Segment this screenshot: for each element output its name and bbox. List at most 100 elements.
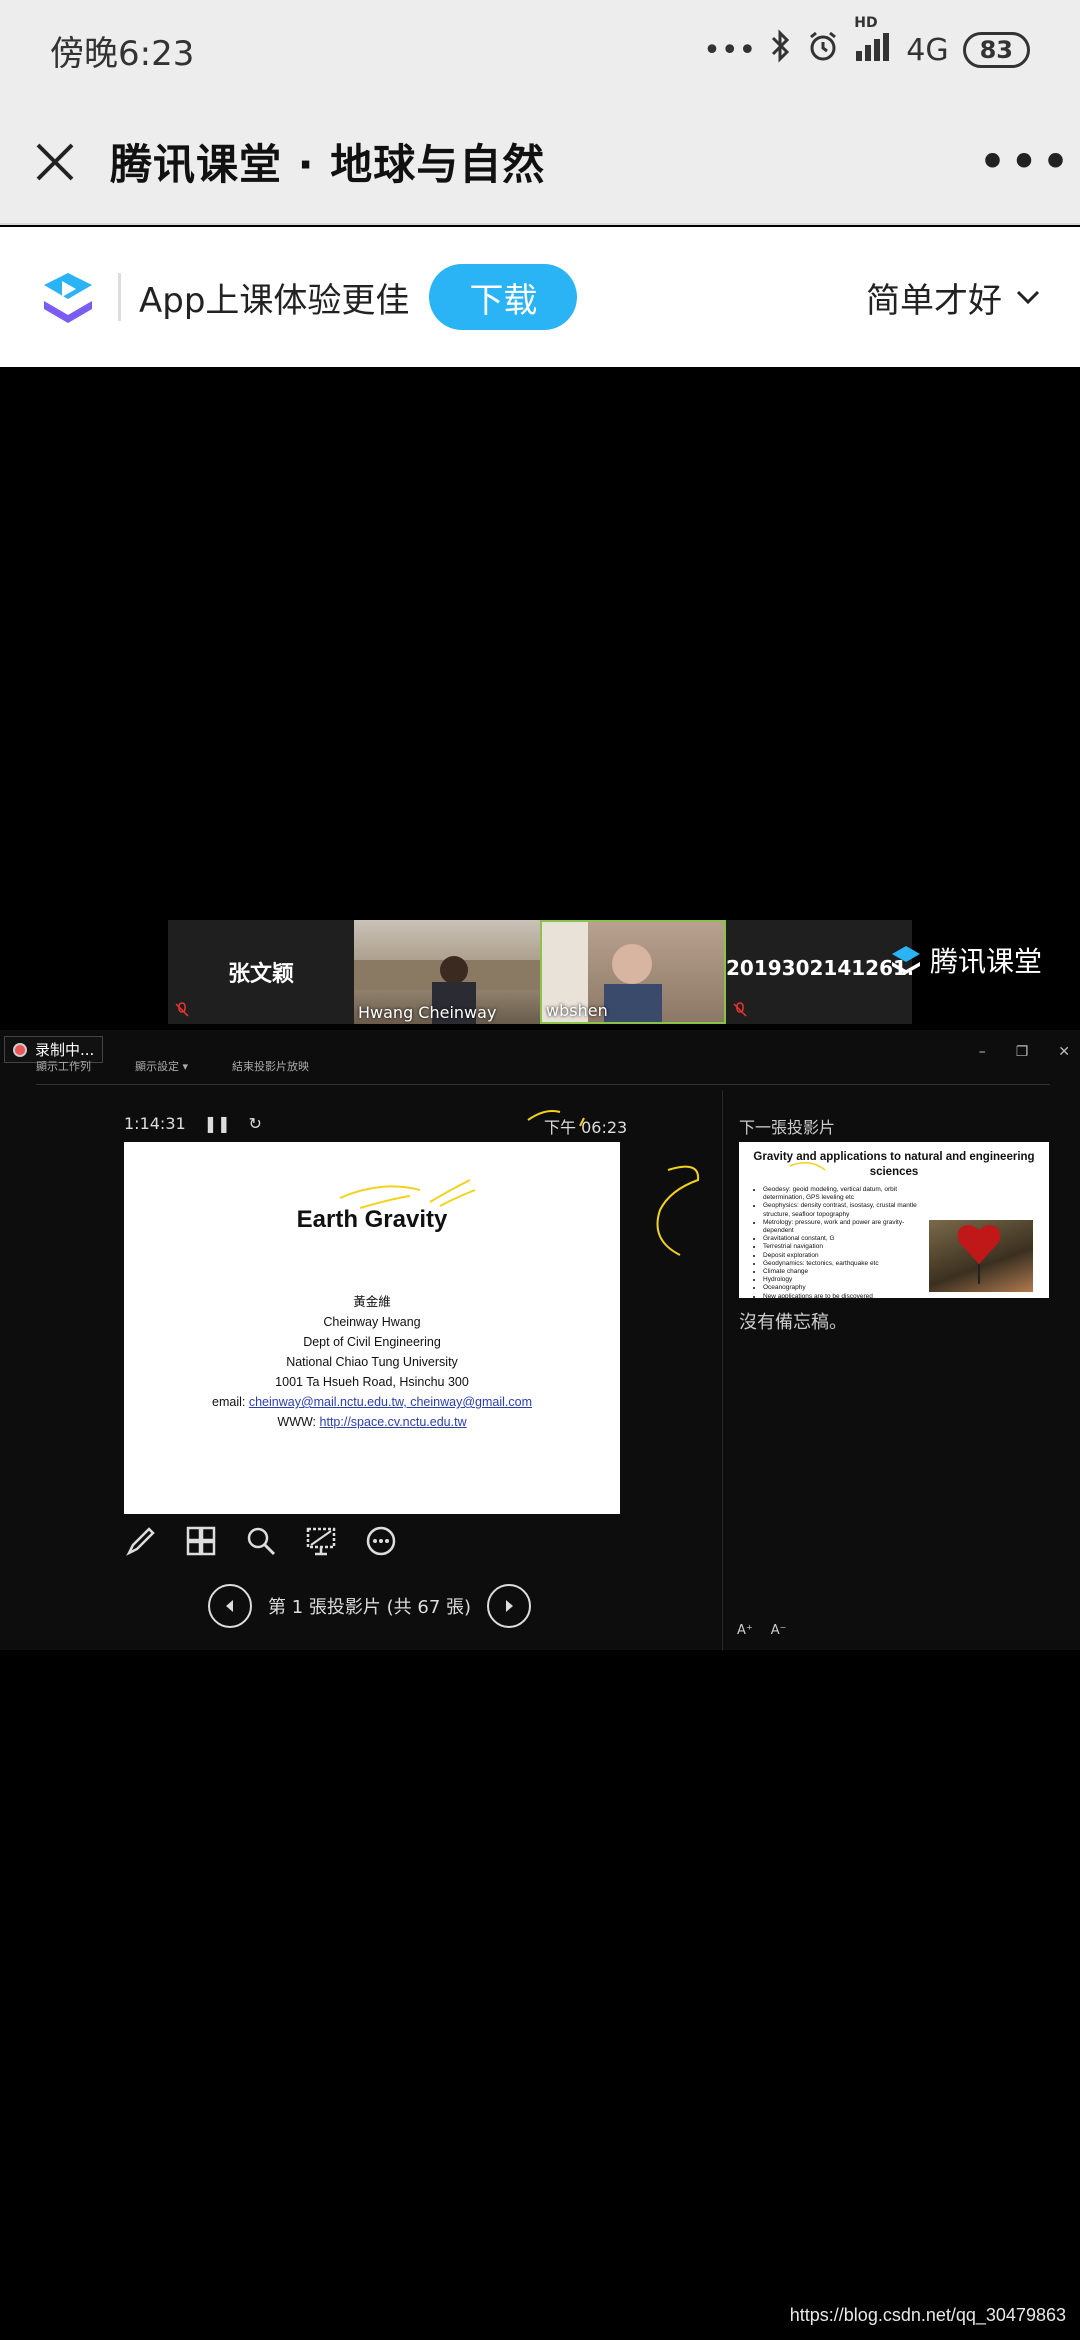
- list-item: Deposit exploration: [763, 1252, 925, 1260]
- decrease-font-button[interactable]: A⁻: [771, 1623, 787, 1638]
- list-item: Climate change: [763, 1268, 925, 1276]
- elapsed-time: 1:14:31: [124, 1114, 186, 1133]
- triangle-right-icon: [506, 1600, 514, 1612]
- font-size-controls: A⁺ A⁻: [737, 1623, 787, 1638]
- record-icon: [13, 1042, 27, 1057]
- list-item: New applications are to be discovered: [763, 1293, 925, 1301]
- clock: 下午 06:23: [544, 1118, 628, 1137]
- hd-label: HD: [854, 15, 878, 31]
- recording-label: 录制中...: [35, 1041, 95, 1059]
- list-item: Geophysics: density contrast, isostasy, …: [763, 1202, 925, 1218]
- restart-icon[interactable]: ↻: [249, 1114, 262, 1133]
- more-dots-icon: •••: [703, 32, 757, 68]
- list-item: Terrestrial navigation: [763, 1243, 925, 1251]
- more-options-button[interactable]: •••: [970, 99, 1080, 224]
- battery-indicator: 83: [962, 32, 1030, 68]
- more-options-button[interactable]: [364, 1524, 398, 1558]
- banner-text: App上课体验更佳: [139, 280, 410, 321]
- author-chinese: 黃金維: [353, 1295, 391, 1309]
- participant-name: 张文颖: [227, 962, 294, 987]
- author-name: Cheinway Hwang: [323, 1315, 421, 1329]
- email-label: email:: [212, 1395, 246, 1409]
- participant-tile-active[interactable]: wbshen: [540, 920, 726, 1024]
- email-line: email: cheinway@mail.nctu.edu.tw, cheinw…: [124, 1392, 620, 1412]
- toolbar-show-taskbar[interactable]: 顯示工作列: [36, 1058, 91, 1074]
- participant-strip: 张文颖 Hwang Cheinway wbshen 2019302141261.…: [168, 920, 912, 1024]
- status-time: 傍晚6:23: [50, 33, 195, 74]
- zoom-button[interactable]: [244, 1524, 278, 1558]
- brand-name: 腾讯课堂: [930, 945, 1043, 978]
- next-slide-button[interactable]: [487, 1584, 532, 1628]
- website-link[interactable]: http://space.cv.nctu.edu.tw: [320, 1415, 467, 1429]
- screen-icon: [306, 1527, 336, 1556]
- university: National Chiao Tung University: [286, 1355, 458, 1369]
- close-icon[interactable]: ✕: [1058, 1044, 1070, 1060]
- slide-counter: 第 1 張投影片 (共 67 張): [268, 1597, 472, 1618]
- pen-icon: [126, 1527, 155, 1556]
- pen-tool-button[interactable]: [124, 1524, 158, 1558]
- email-links[interactable]: cheinway@mail.nctu.edu.tw, cheinway@gmai…: [249, 1395, 532, 1409]
- toolbar-divider: [36, 1084, 1050, 1085]
- black-screen-button[interactable]: [304, 1524, 338, 1558]
- www-line: WWW: http://space.cv.nctu.edu.tw: [124, 1412, 620, 1432]
- participant-tile[interactable]: 张文颖: [168, 920, 354, 1024]
- page-title: 腾讯课堂 · 地球与自然: [110, 140, 546, 189]
- speaker-notes: 沒有備忘稿。: [739, 1312, 847, 1333]
- tencent-classroom-logo: [892, 946, 920, 974]
- status-icons: ••• HD 4G 83: [703, 15, 1030, 71]
- toolbar-end-slideshow[interactable]: 結束投影片放映: [232, 1058, 309, 1074]
- triangle-left-icon: [226, 1600, 233, 1612]
- restore-icon[interactable]: ❐: [1016, 1044, 1029, 1060]
- next-slide-preview[interactable]: Gravity and applications to natural and …: [739, 1142, 1049, 1301]
- alarm-icon: [806, 29, 840, 71]
- more-icon: [366, 1526, 396, 1556]
- participant-tile[interactable]: 2019302141261...: [726, 920, 912, 1024]
- participant-name: wbshen: [546, 1001, 608, 1020]
- network-label: 4G: [906, 32, 949, 68]
- next-slide-image: [929, 1220, 1033, 1292]
- previous-slide-button[interactable]: [208, 1584, 252, 1628]
- slide-navigation: 第 1 張投影片 (共 67 張): [208, 1584, 532, 1628]
- increase-font-button[interactable]: A⁺: [737, 1623, 753, 1638]
- more-icon: •••: [977, 132, 1073, 191]
- magnifier-icon: [247, 1527, 276, 1556]
- shared-screen: 录制中... 顯示工作列 顯示設定 ▾ 結束投影片放映 – ❐ ✕ 1:14:3…: [0, 1030, 1080, 1650]
- address: 1001 Ta Hsueh Road, Hsinchu 300: [275, 1375, 469, 1389]
- list-item: Hydrology: [763, 1276, 925, 1284]
- status-bar: 傍晚6:23 ••• HD 4G 83: [0, 0, 1080, 100]
- close-icon: [36, 143, 74, 180]
- mic-off-icon: [175, 1002, 189, 1017]
- next-slide-bullets: Geodesy: geoid modeling, vertical datum,…: [749, 1186, 925, 1301]
- presenter-tools: [124, 1524, 398, 1558]
- mic-off-icon: [733, 1002, 747, 1017]
- window-controls: – ❐ ✕: [979, 1044, 1070, 1060]
- list-item: Metrology: pressure, work and power are …: [763, 1219, 925, 1235]
- signal-icon: HD: [854, 15, 892, 69]
- minimize-icon[interactable]: –: [979, 1044, 986, 1060]
- app-promo-banner: App上课体验更佳 下载 简单才好: [0, 227, 1080, 367]
- elapsed-timer: 1:14:31 ❚❚ ↻: [124, 1114, 262, 1133]
- list-item: Geodesy: geoid modeling, vertical datum,…: [763, 1186, 925, 1202]
- user-menu[interactable]: 简单才好: [866, 273, 1040, 322]
- banner-divider: [118, 273, 121, 321]
- grid-icon: [186, 1526, 216, 1556]
- tencent-classroom-logo: [44, 273, 92, 323]
- close-button[interactable]: [0, 99, 110, 224]
- brand-watermark: 腾讯课堂: [888, 940, 1042, 980]
- www-label: WWW:: [277, 1415, 317, 1429]
- chevron-down-icon: [1016, 290, 1040, 305]
- current-slide: Earth Gravity 黃金維 Cheinway Hwang Dept of…: [124, 1142, 620, 1514]
- pause-icon[interactable]: ❚❚: [204, 1114, 231, 1133]
- all-slides-button[interactable]: [184, 1524, 218, 1558]
- source-watermark: https://blog.csdn.net/qq_30479863: [789, 2305, 1066, 2325]
- list-item: Geodynamics: tectonics, earthquake etc: [763, 1260, 925, 1268]
- slide-body: 黃金維 Cheinway Hwang Dept of Civil Enginee…: [124, 1292, 620, 1432]
- next-slide-title: Gravity and applications to natural and …: [753, 1151, 1035, 1178]
- department: Dept of Civil Engineering: [303, 1335, 441, 1349]
- toolbar-display-settings[interactable]: 顯示設定 ▾: [135, 1058, 188, 1074]
- slide-title: Earth Gravity: [296, 1206, 448, 1233]
- download-button[interactable]: 下载: [429, 264, 578, 330]
- presenter-side-pane: 下一張投影片 Gravity and applications to natur…: [722, 1090, 1056, 1650]
- participant-name: 2019302141261...: [726, 956, 912, 980]
- participant-tile[interactable]: Hwang Cheinway: [354, 920, 540, 1024]
